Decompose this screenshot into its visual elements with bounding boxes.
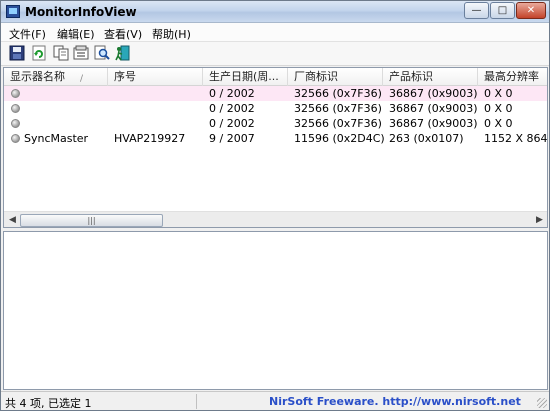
column-header-vendor-id[interactable]: 厂商标识 [288,68,383,86]
toolbar [1,42,549,66]
cell-vendor-id: 32566 (0x7F36) [294,102,382,115]
cell-product-id: 36867 (0x9003) [389,87,478,100]
list-header: 显示器名称 / 序号 生产日期(周... 厂商标识 产品标识 最高分辨率 [4,68,547,86]
cell-resolution: 0 X 0 [484,102,513,115]
monitor-status-icon [11,134,20,143]
scrollbar-thumb[interactable]: ||| [20,214,163,227]
cell-resolution: 1152 X 864 [484,132,548,145]
monitor-list[interactable]: 显示器名称 / 序号 生产日期(周... 厂商标识 产品标识 最高分辨率 0 /… [3,67,548,228]
cell-product-id: 36867 (0x9003) [389,117,478,130]
minimize-button[interactable]: — [464,2,489,19]
column-header-serial[interactable]: 序号 [108,68,203,86]
monitor-status-icon [11,89,20,98]
monitor-app-icon [6,5,20,18]
save-icon[interactable] [9,45,25,61]
cell-monitor-name: SyncMaster [24,132,89,145]
scroll-right-icon[interactable]: ▶ [532,213,547,227]
menu-help[interactable]: 帮助(H) [152,26,191,42]
exit-icon[interactable] [114,45,130,61]
status-summary: 共 4 项, 已选定 1 [5,397,92,410]
table-row[interactable]: SyncMaster HVAP219927 9 / 2007 11596 (0x… [4,131,548,146]
properties-icon[interactable] [73,45,89,61]
window-title: MonitorInfoView [25,5,137,19]
scroll-left-icon[interactable]: ◀ [5,213,20,227]
cell-product-id: 36867 (0x9003) [389,102,478,115]
find-icon[interactable] [94,45,110,61]
title-bar[interactable]: MonitorInfoView — □ ✕ [1,1,549,23]
cell-date: 9 / 2007 [209,132,255,145]
table-row[interactable]: 0 / 2002 32566 (0x7F36) 36867 (0x9003) 0… [4,86,547,101]
table-row[interactable]: 0 / 2002 32566 (0x7F36) 36867 (0x9003) 0… [4,101,547,116]
maximize-button[interactable]: □ [490,2,515,19]
horizontal-scrollbar[interactable]: ◀ ||| ▶ [4,211,547,227]
cell-vendor-id: 32566 (0x7F36) [294,87,382,100]
table-row[interactable]: 0 / 2002 32566 (0x7F36) 36867 (0x9003) 0… [4,116,547,131]
close-button[interactable]: ✕ [516,2,546,19]
main-window: MonitorInfoView — □ ✕ 文件(F) 编辑(E) 查看(V) … [0,0,550,411]
cell-resolution: 0 X 0 [484,117,513,130]
monitor-status-icon [11,104,20,113]
copy-icon[interactable] [53,45,69,61]
column-header-max-resolution[interactable]: 最高分辨率 [478,68,547,86]
column-header-label: 显示器名称 [10,70,65,83]
menu-edit[interactable]: 编辑(E) [57,26,95,42]
status-bar: 共 4 项, 已选定 1 NirSoft Freeware. http://ww… [1,391,549,410]
status-divider [196,394,197,409]
cell-date: 0 / 2002 [209,117,255,130]
cell-date: 0 / 2002 [209,87,255,100]
column-header-monitor-name[interactable]: 显示器名称 / [4,68,108,86]
details-pane[interactable] [3,231,548,390]
menu-file[interactable]: 文件(F) [9,26,46,42]
cell-serial: HVAP219927 [114,132,186,145]
column-header-manufacture-date[interactable]: 生产日期(周... [203,68,288,86]
resize-grip-icon[interactable] [537,398,547,408]
nirsoft-link[interactable]: NirSoft Freeware. http://www.nirsoft.net [269,395,521,408]
cell-resolution: 0 X 0 [484,87,513,100]
column-header-product-id[interactable]: 产品标识 [383,68,478,86]
cell-vendor-id: 11596 (0x2D4C) [294,132,385,145]
cell-product-id: 263 (0x0107) [389,132,464,145]
monitor-status-icon [11,119,20,128]
refresh-icon[interactable] [31,45,47,61]
menu-bar: 文件(F) 编辑(E) 查看(V) 帮助(H) [1,23,549,42]
sort-indicator-icon: / [80,74,84,84]
menu-view[interactable]: 查看(V) [104,26,142,42]
cell-vendor-id: 32566 (0x7F36) [294,117,382,130]
cell-date: 0 / 2002 [209,102,255,115]
